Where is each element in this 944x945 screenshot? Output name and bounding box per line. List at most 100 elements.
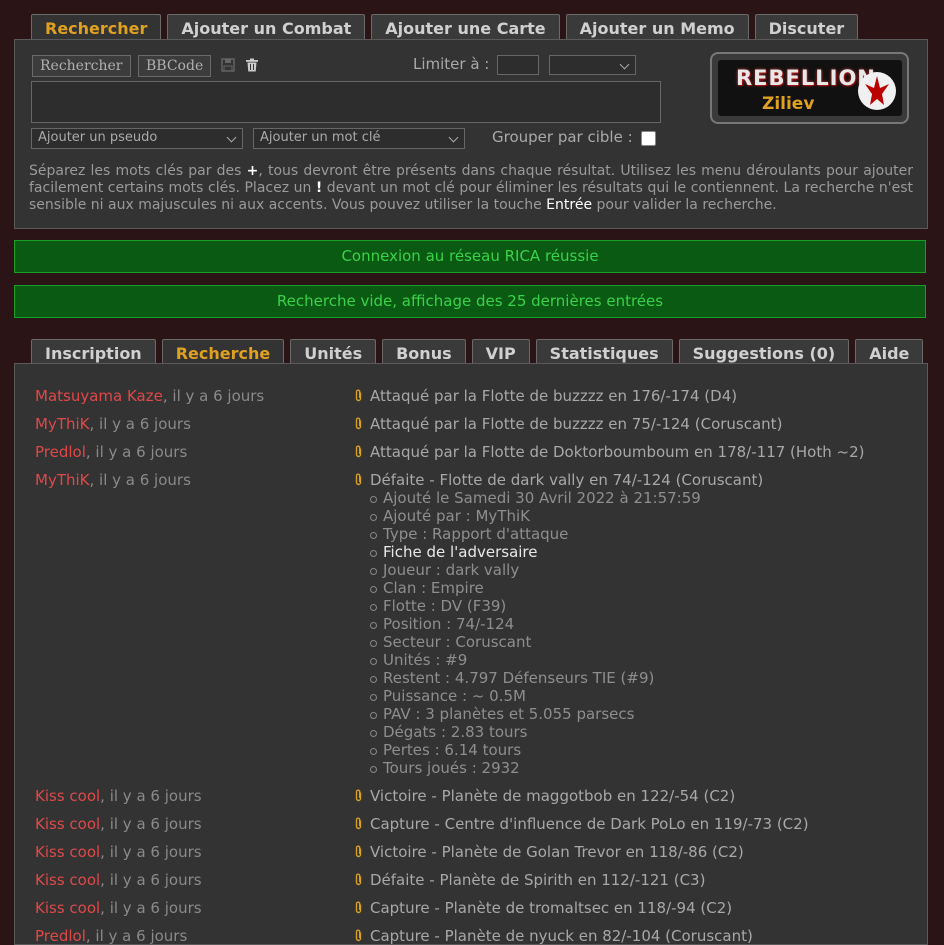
tab-discuter[interactable]: Discuter	[754, 14, 859, 41]
player-name-link[interactable]: Kiss cool	[35, 787, 100, 805]
paperclip-icon	[355, 445, 362, 458]
tab-inscription[interactable]: Inscription	[31, 339, 156, 366]
paperclip-icon	[355, 473, 362, 486]
detail-damage: Dégats : 2.83 tours	[370, 723, 701, 741]
limit-unit-select[interactable]	[549, 55, 636, 75]
bottom-tab-bar: Inscription Recherche Unités Bonus VIP S…	[31, 339, 924, 366]
event-text: Victoire - Planète de maggotbob en 122/-…	[370, 787, 736, 805]
event-text: Victoire - Planète de Golan Trevor en 11…	[370, 843, 744, 861]
pseudo-select[interactable]: Ajouter un pseudo	[31, 128, 243, 149]
time-ago: , il y a 6 jours	[85, 927, 188, 945]
time-ago: , il y a 6 jours	[100, 871, 202, 889]
paperclip-icon	[355, 873, 362, 886]
result-author: MyThiK, il y a 6 jours	[35, 471, 191, 489]
detail-losses: Pertes : 6.14 tours	[370, 741, 701, 759]
rebel-alliance-icon	[858, 72, 896, 110]
detail-type: Type : Rapport d'attaque	[370, 525, 701, 543]
detail-added-by: Ajouté par : MyThiK	[370, 507, 701, 525]
detail-opponent-sheet-link[interactable]: Fiche de l'adversaire	[370, 543, 701, 561]
results-panel: Matsuyama Kaze, il y a 6 jours Attaqué pa…	[14, 363, 928, 945]
tab-aide[interactable]: Aide	[855, 339, 924, 366]
paperclip-icon	[355, 817, 362, 830]
time-ago: , il y a 6 jours	[100, 843, 202, 861]
time-ago: , il y a 6 jours	[100, 815, 202, 833]
entry-details: Ajouté le Samedi 30 Avril 2022 à 21:57:5…	[370, 489, 701, 777]
time-ago: , il y a 6 jours	[100, 787, 202, 805]
limit-input[interactable]	[497, 55, 539, 75]
paperclip-icon	[355, 929, 362, 942]
result-author: Kiss cool, il y a 6 jours	[35, 815, 202, 833]
player-name-link[interactable]: Predlol	[35, 443, 86, 461]
player-name-link[interactable]: MyThiK	[35, 471, 90, 489]
tab-statistiques[interactable]: Statistiques	[535, 339, 673, 366]
result-event-link[interactable]: Capture - Planète de nyuck en 82/-104 (C…	[354, 927, 753, 945]
result-event-link[interactable]: Capture - Centre d'influence de Dark PoL…	[354, 815, 809, 833]
player-name-link[interactable]: Kiss cool	[35, 899, 100, 917]
trash-icon[interactable]	[245, 58, 259, 72]
paperclip-icon	[355, 845, 362, 858]
tab-bonus[interactable]: Bonus	[382, 339, 466, 366]
detail-units: Unités : #9	[370, 651, 701, 669]
result-author: Matsuyama Kaze, il y a 6 jours	[35, 387, 264, 405]
event-text: Défaite - Planète de Spirith en 112/-121…	[370, 871, 706, 889]
event-text: Attaqué par la Flotte de buzzzz en 75/-1…	[370, 415, 783, 433]
limit-label: Limiter à :	[413, 55, 490, 73]
logo-username: Ziliev	[762, 94, 815, 114]
tab-rechercher[interactable]: Rechercher	[31, 14, 162, 41]
tab-ajouter-combat[interactable]: Ajouter un Combat	[167, 14, 366, 41]
event-text: Défaite - Flotte de dark vally en 74/-12…	[370, 471, 764, 489]
search-help-text: Séparez les mots clés par des +, tous de…	[29, 163, 913, 213]
detail-clan: Clan : Empire	[370, 579, 701, 597]
result-event-link[interactable]: Défaite - Flotte de dark vally en 74/-12…	[354, 471, 763, 489]
result-author: MyThiK, il y a 6 jours	[35, 415, 191, 433]
result-event-link[interactable]: Attaqué par la Flotte de buzzzz en 176/-…	[354, 387, 737, 405]
detail-turns-played: Tours joués : 2932	[370, 759, 701, 777]
result-event-link[interactable]: Victoire - Planète de maggotbob en 122/-…	[354, 787, 735, 805]
tab-ajouter-memo[interactable]: Ajouter un Memo	[565, 14, 749, 41]
result-author: Kiss cool, il y a 6 jours	[35, 899, 202, 917]
time-ago: , il y a 6 jours	[162, 387, 265, 405]
result-author: Kiss cool, il y a 6 jours	[35, 843, 202, 861]
tab-ajouter-carte[interactable]: Ajouter une Carte	[371, 14, 560, 41]
chevron-down-icon	[226, 132, 237, 143]
group-by-target-label: Grouper par cible :	[492, 128, 633, 146]
detail-fleet: Flotte : DV (F39)	[370, 597, 701, 615]
tab-unites[interactable]: Unités	[290, 339, 377, 366]
search-button[interactable]: Rechercher	[32, 55, 131, 77]
tab-suggestions[interactable]: Suggestions (0)	[678, 339, 850, 366]
time-ago: , il y a 6 jours	[89, 471, 191, 489]
bbcode-button[interactable]: BBCode	[138, 55, 212, 77]
save-icon[interactable]	[221, 58, 235, 72]
player-name-link[interactable]: Predlol	[35, 927, 86, 945]
time-ago: , il y a 6 jours	[100, 899, 202, 917]
result-event-link[interactable]: Attaqué par la Flotte de buzzzz en 75/-1…	[354, 415, 782, 433]
logo-text: REBELLION	[736, 66, 876, 90]
player-name-link[interactable]: Kiss cool	[35, 871, 100, 889]
detail-added-on: Ajouté le Samedi 30 Avril 2022 à 21:57:5…	[370, 489, 701, 507]
result-author: Predlol, il y a 6 jours	[35, 443, 187, 461]
event-text: Attaqué par la Flotte de buzzzz en 176/-…	[370, 387, 738, 405]
detail-remaining: Restent : 4.797 Défenseurs TIE (#9)	[370, 669, 701, 687]
result-event-link[interactable]: Capture - Planète de tromaltsec en 118/-…	[354, 899, 732, 917]
empty-search-banner: Recherche vide, affichage des 25 dernièr…	[14, 285, 926, 318]
result-event-link[interactable]: Défaite - Planète de Spirith en 112/-121…	[354, 871, 705, 889]
result-author: Kiss cool, il y a 6 jours	[35, 787, 202, 805]
player-name-link[interactable]: Kiss cool	[35, 815, 100, 833]
connection-status-banner: Connexion au réseau RICA réussie	[14, 240, 926, 273]
result-event-link[interactable]: Attaqué par la Flotte de Doktorboumboum …	[354, 443, 864, 461]
detail-sector: Secteur : Coruscant	[370, 633, 701, 651]
result-event-link[interactable]: Victoire - Planète de Golan Trevor en 11…	[354, 843, 744, 861]
tab-vip[interactable]: VIP	[471, 339, 530, 366]
detail-player: Joueur : dark vally	[370, 561, 701, 579]
group-by-target-checkbox[interactable]	[641, 131, 656, 146]
detail-position: Position : 74/-124	[370, 615, 701, 633]
result-author: Kiss cool, il y a 6 jours	[35, 871, 202, 889]
event-text: Capture - Centre d'influence de Dark PoL…	[370, 815, 809, 833]
keyword-select[interactable]: Ajouter un mot clé	[253, 128, 465, 149]
player-name-link[interactable]: Kiss cool	[35, 843, 100, 861]
chevron-down-icon	[448, 132, 459, 143]
tab-recherche[interactable]: Recherche	[161, 339, 285, 366]
player-name-link[interactable]: Matsuyama Kaze	[35, 387, 163, 405]
player-name-link[interactable]: MyThiK	[35, 415, 90, 433]
search-textarea[interactable]	[31, 81, 661, 123]
